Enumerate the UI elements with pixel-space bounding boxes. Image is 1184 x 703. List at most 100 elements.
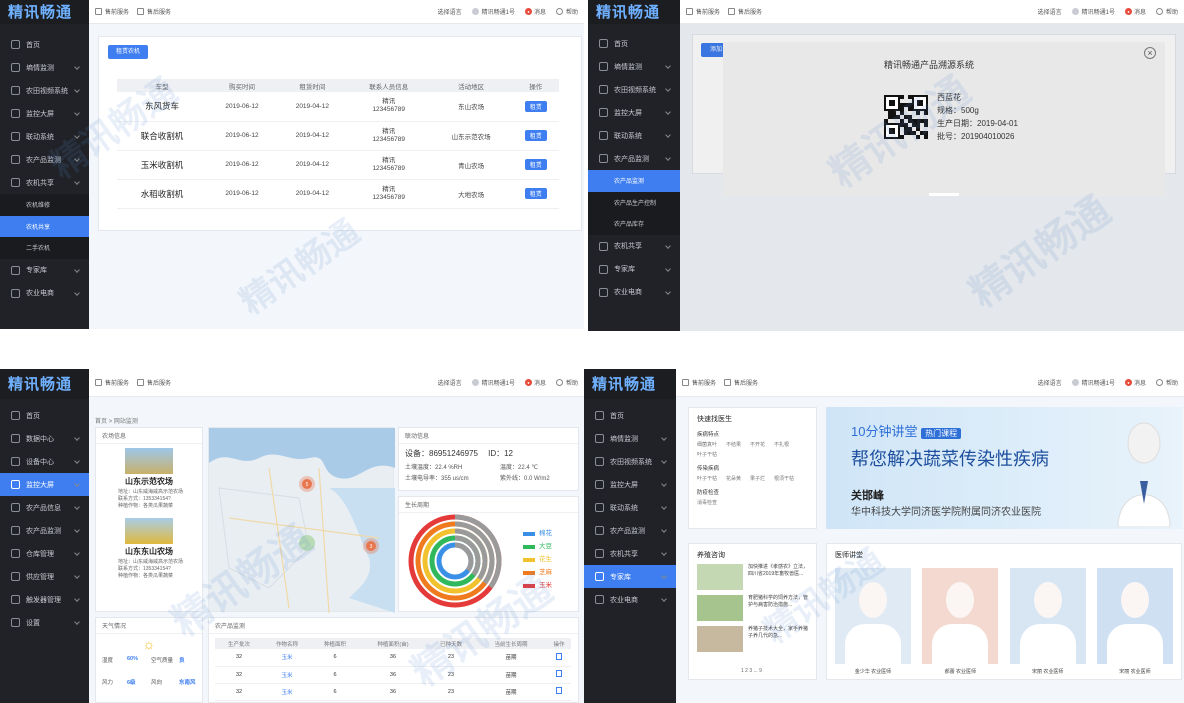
- rent-button[interactable]: 租赁: [524, 100, 547, 112]
- tag-link[interactable]: 不结果: [726, 441, 741, 448]
- sidebar-item-7[interactable]: 专家库: [584, 565, 676, 588]
- help-button[interactable]: 帮助: [555, 7, 578, 16]
- sidebar-item-5[interactable]: 农产品监测: [588, 147, 680, 170]
- rent-button[interactable]: 租赁: [524, 159, 547, 170]
- user-menu[interactable]: 精讯畅通1号: [471, 378, 515, 387]
- tag-link[interactable]: 不扎根: [774, 441, 789, 448]
- tag-link[interactable]: 叶子干枯: [697, 475, 717, 482]
- notice-button[interactable]: ● 消息: [524, 7, 546, 16]
- sidebar-item-11[interactable]: 农业电商: [588, 281, 680, 304]
- rent-button[interactable]: 租赁: [524, 130, 547, 141]
- sidebar-item-label: 二手农机: [26, 246, 51, 253]
- sidebar-item-9[interactable]: 二手农机: [0, 237, 89, 259]
- rent-machine-button[interactable]: 租赁农机: [108, 45, 148, 59]
- sidebar-item-3[interactable]: 监控大屏: [584, 473, 676, 496]
- tag-link[interactable]: 花朵黄: [726, 475, 741, 482]
- sidebar-item-7[interactable]: 供应管理: [0, 565, 89, 588]
- sidebar-item-6[interactable]: 农机共享: [0, 171, 89, 194]
- tag-link[interactable]: 叶子干枯: [697, 451, 717, 458]
- pager[interactable]: 1 2 3 ... 9: [741, 668, 762, 674]
- sidebar-item-10[interactable]: 专家库: [588, 258, 680, 281]
- tag-link[interactable]: 根须干枯: [774, 475, 794, 482]
- language-select[interactable]: 选择语言: [438, 378, 462, 387]
- tag-link[interactable]: 不开花: [750, 441, 765, 448]
- consult-item[interactable]: 育肥猪科学的饲养方法，管护与病害防治措施...: [697, 595, 808, 621]
- farm-item[interactable]: 山东示范农场 地址：山东威海威高示范农场 联系方式：135334154? 种植作物：各…: [96, 444, 202, 514]
- doctor-card[interactable]: 宋丽 农业医师: [1096, 568, 1173, 675]
- sidebar-item-4[interactable]: 联动系统: [0, 125, 89, 148]
- aftersale-link[interactable]: 售后服务: [137, 378, 171, 387]
- aftersale-link[interactable]: 售后服务: [137, 7, 171, 16]
- sidebar-item-0[interactable]: 首页: [0, 33, 89, 56]
- sidebar-item-6[interactable]: 农机共享: [584, 542, 676, 565]
- sidebar-item-0[interactable]: 首页: [588, 32, 680, 55]
- sidebar-item-3[interactable]: 监控大屏: [0, 473, 89, 496]
- sidebar-item-7[interactable]: 农机维修: [0, 194, 89, 216]
- help-button[interactable]: 帮助: [1155, 378, 1178, 387]
- close-icon[interactable]: ×: [1144, 47, 1156, 59]
- sidebar-item-10[interactable]: 专家库: [0, 259, 89, 282]
- sidebar-item-2[interactable]: 农田视频系统: [588, 78, 680, 101]
- sidebar-item-11[interactable]: 农业电商: [0, 282, 89, 305]
- sidebar-item-1[interactable]: 数据中心: [0, 427, 89, 450]
- consult-item[interactable]: 养猪子技术大全，家手养猪子养几代的急...: [697, 626, 808, 652]
- delete-icon[interactable]: [555, 670, 562, 677]
- notice-button[interactable]: ● 消息: [1124, 378, 1146, 387]
- sidebar-item-5[interactable]: 农产品监测: [0, 519, 89, 542]
- language-select[interactable]: 选择语言: [438, 7, 462, 16]
- tag-link[interactable]: 果子烂: [750, 475, 765, 482]
- sidebar-item-2[interactable]: 农田视频系统: [0, 79, 89, 102]
- sidebar-item-1[interactable]: 墒情监测: [588, 55, 680, 78]
- sidebar-item-2[interactable]: 设备中心: [0, 450, 89, 473]
- sidebar-item-9[interactable]: 设置: [0, 611, 89, 634]
- sidebar-item-8[interactable]: 农产品库存: [588, 213, 680, 235]
- user-menu[interactable]: 精讯畅通1号: [1071, 7, 1115, 16]
- sidebar-item-5[interactable]: 农产品监测: [584, 519, 676, 542]
- presale-link[interactable]: 售前服务: [95, 7, 129, 16]
- sidebar-item-0[interactable]: 首页: [0, 404, 89, 427]
- tag-link[interactable]: 消毒检查: [697, 499, 717, 506]
- language-select[interactable]: 选择语言: [1038, 378, 1062, 387]
- consult-item[interactable]: 加快推进《孝感农》立法，四川省2019年畜牧兽医...: [697, 564, 808, 590]
- course-banner[interactable]: 10分钟讲堂 热门课程 帮您解决蔬菜传染性疾病 关邯峰 华中科技大学同济医学院附…: [826, 407, 1182, 529]
- sidebar-item-9[interactable]: 农机共享: [588, 235, 680, 258]
- delete-icon[interactable]: [555, 652, 562, 660]
- presale-link[interactable]: 售前服务: [682, 378, 716, 387]
- user-menu[interactable]: 精讯畅通1号: [1071, 378, 1115, 387]
- map-box[interactable]: 5 3: [208, 427, 395, 614]
- user-menu[interactable]: 精讯畅通1号: [471, 7, 515, 16]
- tag-link[interactable]: 细菌真叶: [697, 441, 717, 448]
- doctor-card[interactable]: 郝蕾 农业医师: [922, 568, 999, 675]
- presale-link[interactable]: 售前服务: [686, 7, 720, 16]
- sidebar-item-2[interactable]: 农田视频系统: [584, 450, 676, 473]
- delete-icon[interactable]: [555, 687, 562, 694]
- sidebar-item-1[interactable]: 墒情监测: [584, 427, 676, 450]
- rent-button[interactable]: 租赁: [524, 188, 547, 199]
- aftersale-link[interactable]: 售后服务: [728, 7, 762, 16]
- sidebar-item-0[interactable]: 首页: [584, 404, 676, 427]
- farm-item[interactable]: 山东东山农场 地址：山东威海威高示范农场 联系方式：135334154? 种植作物：各…: [96, 514, 202, 584]
- sidebar-item-6[interactable]: 仓库管理: [0, 542, 89, 565]
- sidebar-item-8[interactable]: 农业电商: [584, 588, 676, 611]
- sidebar-item-4[interactable]: 联动系统: [588, 124, 680, 147]
- notice-button[interactable]: ● 消息: [1124, 7, 1146, 16]
- doctor-card[interactable]: 金少华 农业医师: [835, 568, 911, 675]
- language-select[interactable]: 选择语言: [1038, 7, 1062, 16]
- notice-button[interactable]: ● 消息: [524, 378, 546, 387]
- aftersale-link[interactable]: 售后服务: [724, 378, 758, 387]
- sidebar-item-3[interactable]: 监控大屏: [0, 102, 89, 125]
- sidebar-item-4[interactable]: 农产品信息: [0, 496, 89, 519]
- sidebar-item-5[interactable]: 农产品监测: [0, 148, 89, 171]
- sidebar-item-8[interactable]: 农机共享: [0, 215, 89, 237]
- sidebar-item-label: 农机共享: [614, 243, 642, 250]
- sidebar-item-3[interactable]: 监控大屏: [588, 101, 680, 124]
- help-button[interactable]: 帮助: [1155, 7, 1178, 16]
- sidebar-item-4[interactable]: 联动系统: [584, 496, 676, 519]
- sidebar-item-6[interactable]: 农产品监测: [588, 170, 680, 192]
- sidebar-item-7[interactable]: 农产品生产控制: [588, 191, 680, 213]
- sidebar-item-8[interactable]: 触发器管理: [0, 588, 89, 611]
- sidebar-item-1[interactable]: 墒情监测: [0, 56, 89, 79]
- doctor-card[interactable]: 宋丽 农业医师: [1009, 568, 1086, 675]
- help-button[interactable]: 帮助: [555, 378, 578, 387]
- presale-link[interactable]: 售前服务: [95, 378, 129, 387]
